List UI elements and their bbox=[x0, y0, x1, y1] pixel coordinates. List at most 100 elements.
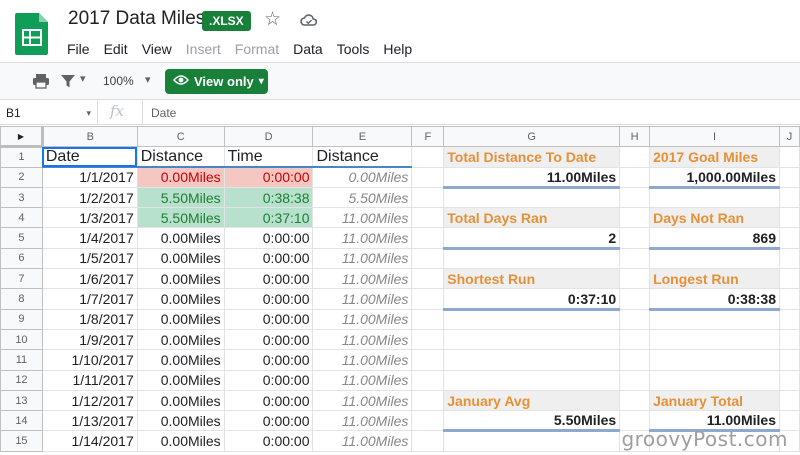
distance-cell[interactable]: 0.00Miles bbox=[136, 166, 225, 188]
total-cell[interactable]: 11.00Miles bbox=[312, 207, 413, 229]
date-cell[interactable]: 1/3/2017 bbox=[41, 207, 138, 229]
distance-cell[interactable]: 0.00Miles bbox=[136, 430, 225, 452]
select-all-corner[interactable]: ▶ bbox=[0, 125, 44, 149]
cell[interactable] bbox=[649, 328, 780, 351]
distance-cell[interactable]: 0.00Miles bbox=[136, 369, 225, 391]
row-header[interactable]: 2 bbox=[0, 166, 43, 188]
time-cell[interactable]: 0:00:00 bbox=[223, 308, 314, 330]
distance-cell[interactable]: 5.50Miles bbox=[136, 186, 225, 209]
menu-view[interactable]: View bbox=[135, 39, 179, 59]
cell[interactable] bbox=[411, 166, 445, 188]
header-distance[interactable]: Distance bbox=[136, 146, 225, 169]
cell[interactable] bbox=[411, 268, 445, 290]
cell[interactable] bbox=[443, 186, 621, 209]
cell[interactable] bbox=[619, 227, 651, 249]
row-header[interactable]: 5 bbox=[0, 227, 43, 249]
menu-insert[interactable]: Insert bbox=[179, 39, 228, 59]
column-header-C[interactable]: C bbox=[136, 125, 225, 148]
time-cell[interactable]: 0:00:00 bbox=[223, 349, 314, 371]
menu-format[interactable]: Format bbox=[228, 39, 286, 59]
row-header[interactable]: 1 bbox=[0, 146, 43, 168]
zoom-select[interactable]: 100% bbox=[103, 74, 134, 88]
distance-cell[interactable]: 0.00Miles bbox=[136, 268, 225, 290]
cell[interactable] bbox=[411, 328, 445, 351]
cell[interactable] bbox=[778, 349, 800, 371]
distance-cell[interactable]: 5.50Miles bbox=[136, 207, 225, 229]
cell[interactable] bbox=[443, 349, 621, 371]
cell[interactable] bbox=[443, 369, 621, 391]
row-header[interactable]: 9 bbox=[0, 308, 43, 330]
cell[interactable] bbox=[619, 389, 651, 412]
days-not-ran-value[interactable]: 869 bbox=[649, 227, 780, 250]
distance-cell[interactable]: 0.00Miles bbox=[136, 247, 225, 270]
cell[interactable] bbox=[619, 268, 651, 290]
distance-cell[interactable]: 0.00Miles bbox=[136, 410, 225, 432]
date-cell[interactable]: 1/14/2017 bbox=[41, 430, 138, 452]
row-header[interactable]: 12 bbox=[0, 369, 43, 391]
distance-cell[interactable]: 0.00Miles bbox=[136, 227, 225, 249]
time-cell[interactable]: 0:00:00 bbox=[223, 227, 314, 249]
date-cell[interactable]: 1/12/2017 bbox=[41, 389, 138, 412]
cell[interactable] bbox=[443, 430, 621, 452]
cell[interactable] bbox=[619, 247, 651, 270]
cell[interactable] bbox=[778, 288, 800, 310]
total-cell[interactable]: 11.00Miles bbox=[312, 328, 413, 351]
cell[interactable] bbox=[778, 227, 800, 249]
menu-help[interactable]: Help bbox=[376, 39, 419, 59]
cell[interactable] bbox=[411, 247, 445, 270]
date-cell[interactable]: 1/9/2017 bbox=[41, 328, 138, 351]
total-cell[interactable]: 11.00Miles bbox=[312, 349, 413, 371]
total-cell[interactable]: 11.00Miles bbox=[312, 268, 413, 290]
january-avg-label[interactable]: January Avg bbox=[443, 389, 621, 411]
menu-tools[interactable]: Tools bbox=[330, 39, 377, 59]
total-distance-label[interactable]: Total Distance To Date bbox=[443, 146, 621, 168]
column-header-H[interactable]: H bbox=[619, 125, 651, 148]
distance-cell[interactable]: 0.00Miles bbox=[136, 288, 225, 310]
cloud-status-icon[interactable] bbox=[300, 13, 318, 32]
cell[interactable] bbox=[778, 207, 800, 229]
column-header-I[interactable]: I bbox=[649, 125, 780, 148]
cell[interactable] bbox=[443, 247, 621, 270]
cell[interactable] bbox=[619, 308, 651, 330]
date-cell[interactable]: 1/8/2017 bbox=[41, 308, 138, 330]
total-cell[interactable]: 11.00Miles bbox=[312, 227, 413, 249]
total-cell[interactable]: 5.50Miles bbox=[312, 186, 413, 209]
column-header-E[interactable]: E bbox=[312, 125, 413, 148]
print-icon[interactable] bbox=[32, 73, 50, 94]
cell[interactable] bbox=[619, 369, 651, 391]
cell[interactable] bbox=[443, 308, 621, 330]
cell[interactable] bbox=[778, 268, 800, 290]
cell[interactable] bbox=[778, 389, 800, 412]
cell[interactable] bbox=[619, 186, 651, 209]
cell[interactable] bbox=[649, 247, 780, 270]
column-header-G[interactable]: G bbox=[443, 125, 621, 148]
cell[interactable] bbox=[649, 308, 780, 330]
cell[interactable] bbox=[778, 247, 800, 270]
date-cell[interactable]: 1/11/2017 bbox=[41, 369, 138, 391]
time-cell[interactable]: 0:00:00 bbox=[223, 328, 314, 351]
cell[interactable] bbox=[411, 369, 445, 391]
cell[interactable] bbox=[649, 369, 780, 391]
cell[interactable] bbox=[778, 146, 800, 168]
shortest-run-value[interactable]: 0:37:10 bbox=[443, 288, 621, 311]
cell[interactable] bbox=[411, 349, 445, 371]
cell[interactable] bbox=[411, 146, 445, 168]
cell[interactable] bbox=[619, 349, 651, 371]
cell[interactable] bbox=[778, 369, 800, 391]
row-header[interactable]: 4 bbox=[0, 207, 43, 229]
cell[interactable] bbox=[411, 227, 445, 249]
filter-dropdown-icon[interactable]: ▾ bbox=[80, 72, 86, 85]
goal-miles-value[interactable]: 1,000.00Miles bbox=[649, 166, 780, 189]
row-header[interactable]: 7 bbox=[0, 268, 43, 290]
header-time[interactable]: Time bbox=[223, 146, 314, 169]
time-cell[interactable]: 0:00:00 bbox=[223, 166, 314, 188]
sheets-logo-icon[interactable] bbox=[14, 10, 50, 56]
january-avg-value[interactable]: 5.50Miles bbox=[443, 410, 621, 433]
row-header[interactable]: 14 bbox=[0, 410, 43, 432]
days-ran-label[interactable]: Total Days Ran bbox=[443, 207, 621, 228]
time-cell[interactable]: 0:00:00 bbox=[223, 268, 314, 290]
total-cell[interactable]: 11.00Miles bbox=[312, 369, 413, 391]
date-cell[interactable]: 1/7/2017 bbox=[41, 288, 138, 310]
name-box-dropdown-icon[interactable]: ▾ bbox=[86, 101, 91, 125]
column-header-D[interactable]: D bbox=[223, 125, 314, 148]
